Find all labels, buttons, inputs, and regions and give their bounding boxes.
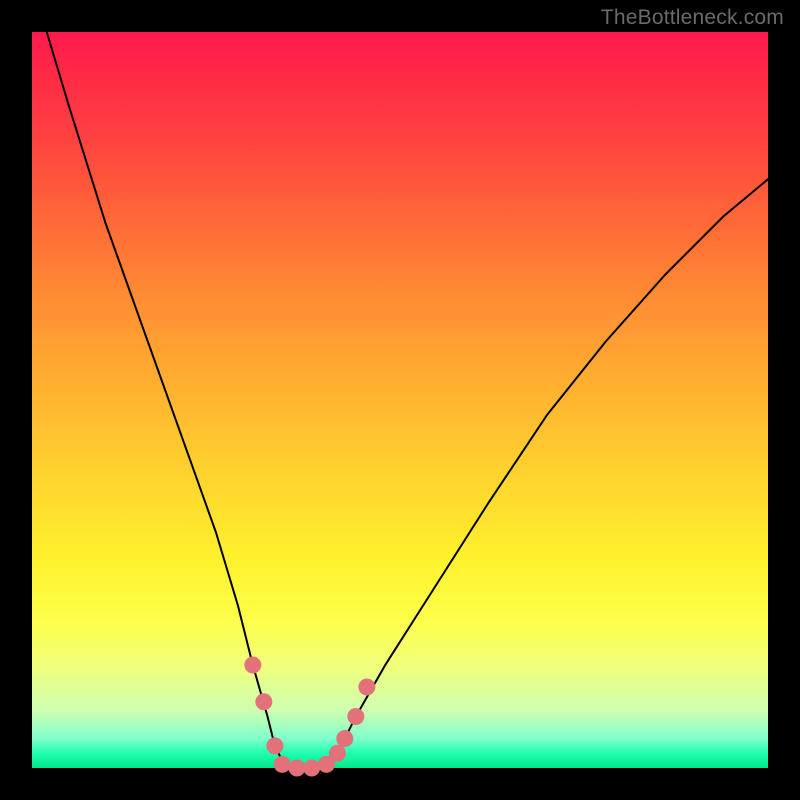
plot-area bbox=[32, 32, 768, 768]
curve-path bbox=[47, 32, 768, 768]
highlight-point bbox=[274, 756, 291, 773]
highlight-point bbox=[336, 730, 353, 747]
highlight-point bbox=[347, 708, 364, 725]
chart-frame: TheBottleneck.com bbox=[0, 0, 800, 800]
highlight-point bbox=[266, 737, 283, 754]
highlight-point bbox=[303, 760, 320, 777]
chart-svg bbox=[32, 32, 768, 768]
curve-series bbox=[47, 32, 768, 768]
highlight-point bbox=[288, 760, 305, 777]
highlight-point bbox=[255, 693, 272, 710]
highlight-point bbox=[358, 679, 375, 696]
highlight-point bbox=[244, 656, 261, 673]
watermark-text: TheBottleneck.com bbox=[601, 6, 784, 30]
highlight-markers bbox=[244, 656, 375, 776]
highlight-point bbox=[329, 745, 346, 762]
